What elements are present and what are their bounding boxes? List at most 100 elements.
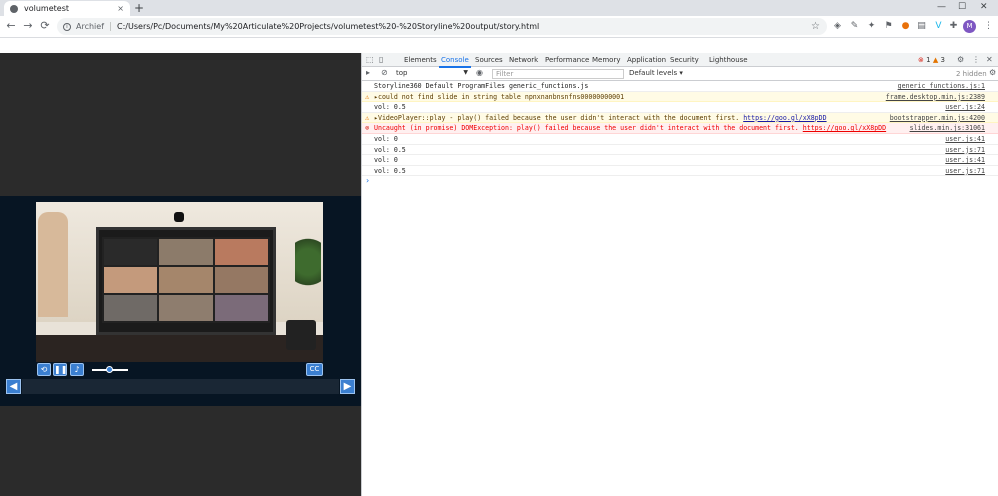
inspect-icon[interactable]: ⬚ [366,55,374,64]
back-icon[interactable]: ← [4,19,18,32]
context-select[interactable]: top ▼ [396,69,470,79]
participant-tile [214,295,268,321]
pause-icon[interactable]: ❚❚ [53,363,67,376]
forward-icon[interactable]: → [21,19,35,32]
source-link[interactable]: frame.desktop.min.js:2389 [886,92,985,103]
address-bar[interactable]: i Archief C:/Users/Pc/Documents/My%20Art… [57,18,827,35]
console-message-log[interactable]: vol: 0.5 user.js:71 [362,166,998,177]
minimize-icon[interactable]: — [937,2,946,12]
info-icon[interactable]: i [63,22,71,31]
console-settings-icon[interactable]: ⚙ [989,68,996,77]
volume-slider-handle[interactable] [106,366,113,373]
browser-tab[interactable]: volumetest × [4,1,130,16]
favicon-icon [10,4,18,13]
clear-console-icon[interactable]: ⊘ [381,68,388,77]
next-slide-button[interactable]: ▶ [340,379,355,394]
extension-icon[interactable]: ▤ [916,21,927,32]
replay-icon[interactable]: ⟲ [37,363,51,376]
tab-sources[interactable]: Sources [475,56,503,64]
participant-tile [104,267,158,293]
extension-icon[interactable]: ◈ [832,21,843,32]
close-window-icon[interactable]: ✕ [980,2,988,12]
source-link[interactable]: user.js:71 [945,166,985,177]
avatar[interactable]: M [963,20,976,33]
extension-icon[interactable]: ⚑ [883,21,894,32]
message-text: vol: 0 [374,156,398,165]
console-filter-input[interactable]: Filter [492,69,624,79]
message-text: vol: 0.5 [374,103,406,112]
console-message-log[interactable]: vol: 0.5 user.js:71 [362,145,998,156]
webcam-image [174,212,184,222]
source-link[interactable]: generic_functions.js:1 [898,81,985,92]
source-link[interactable]: user.js:24 [945,102,985,113]
closed-captions-button[interactable]: CC [306,363,323,376]
console-prompt[interactable]: › [362,176,998,186]
vimeo-icon[interactable]: V [933,21,944,32]
source-link[interactable]: bootstrapper.min.js:4200 [890,113,985,124]
settings-gear-icon[interactable]: ⚙ [957,55,964,64]
device-toolbar-icon[interactable]: ▯ [379,55,383,64]
chevron-down-icon: ▼ [463,69,468,76]
maximize-icon[interactable]: ☐ [958,2,966,12]
volume-icon[interactable]: ♪ [70,363,84,376]
menu-icon[interactable]: ⋮ [983,21,994,32]
page-top-margin [0,38,998,53]
source-link[interactable]: slides.min.js:31061 [910,123,985,134]
message-link[interactable]: https://goo.gl/xX8pDD [743,114,826,122]
eye-icon[interactable]: ◉ [476,68,483,77]
extension-icon[interactable]: ● [900,21,911,32]
error-icon: ⊗ [365,124,370,133]
source-link[interactable]: user.js:71 [945,145,985,156]
seekbar[interactable] [22,379,339,394]
more-icon[interactable]: ⋮ [972,55,980,64]
tab-lighthouse[interactable]: Lighthouse [709,56,748,64]
title-bar: volumetest × + — ☐ ✕ [0,0,998,16]
tab-network[interactable]: Network [509,56,538,64]
tab-close-icon[interactable]: × [117,4,124,13]
bookmark-star-icon[interactable]: ☆ [811,21,820,32]
tab-security[interactable]: Security [670,56,699,64]
participant-tile [214,267,268,293]
tab-elements[interactable]: Elements [404,56,437,64]
message-text: ▸VideoPlayer::play - play() failed becau… [374,113,744,122]
log-levels-dropdown[interactable]: Default levels ▾ [629,69,683,77]
participant-tile [159,267,213,293]
error-count: 1 [926,56,931,64]
reload-icon[interactable]: ⟳ [38,19,52,32]
warning-icon: ⚠ [365,92,370,101]
console-message-warn[interactable]: ⚠ ▸could not find slide in string table n… [362,91,998,103]
extension-icon[interactable]: ✎ [849,21,860,32]
puzzle-icon[interactable]: ✚ [948,21,959,32]
console-messages: Storyline360 Default ProgramFiles generi… [362,81,998,186]
video-frame[interactable] [36,202,323,362]
warning-count: 3 [940,56,945,64]
console-message-log[interactable]: vol: 0 user.js:41 [362,155,998,166]
console-message-warn[interactable]: ⚠ ▸VideoPlayer::play - play() failed beca… [362,112,998,124]
source-link[interactable]: user.js:41 [945,134,985,145]
new-tab-button[interactable]: + [134,1,144,15]
storyline-player: ⟲ ❚❚ ♪ CC ◀ ▶ [0,196,361,406]
address-url[interactable]: C:/Users/Pc/Documents/My%20Articulate%20… [117,22,539,31]
console-message-error[interactable]: ⊗ Uncaught (in promise) DOMException: pla… [362,123,998,134]
sidebar-toggle-icon[interactable]: ▸ [366,68,370,77]
warning-icon: ⚠ [365,113,370,122]
close-devtools-icon[interactable]: ✕ [986,55,993,64]
console-message-log[interactable]: Storyline360 Default ProgramFiles generi… [362,81,998,92]
tab-application[interactable]: Application [627,56,666,64]
tab-console[interactable]: Console [439,56,471,68]
plant-image [295,232,321,292]
issue-counter[interactable]: ⊗ 1 ▲ 3 [918,56,945,64]
tab-memory[interactable]: Memory [592,56,620,64]
participant-tile [159,295,213,321]
console-message-log[interactable]: vol: 0.5 user.js:24 [362,102,998,113]
tab-performance[interactable]: Performance [545,56,589,64]
source-link[interactable]: user.js:41 [945,155,985,166]
warning-icon: ▲ [932,56,939,64]
message-link[interactable]: https://goo.gl/xX8pDD [803,124,886,132]
desk-image [36,335,323,362]
message-text: Uncaught (in promise) DOMException: play… [374,124,803,133]
console-toolbar: ▸ ⊘ top ▼ ◉ Filter Default levels ▾ 2 hi… [362,67,998,81]
console-message-log[interactable]: vol: 0 user.js:41 [362,134,998,145]
extension-icon[interactable]: ✦ [866,21,877,32]
previous-slide-button[interactable]: ◀ [6,379,21,394]
